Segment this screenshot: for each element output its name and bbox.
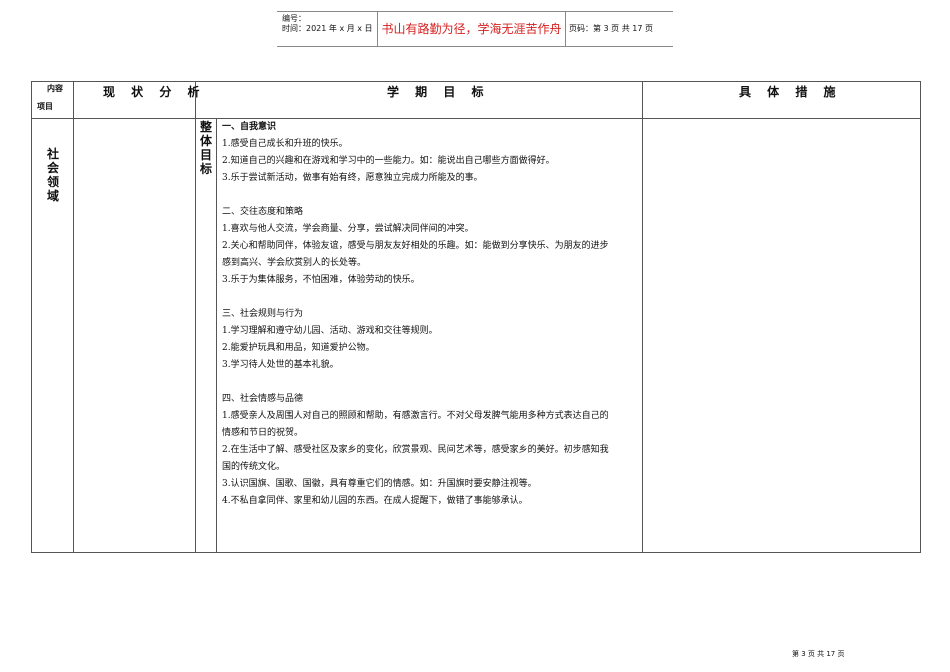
col-status-header: 现 状 分 析	[103, 85, 206, 99]
time-label: 时间：2021 年 x 月 x 日	[282, 24, 373, 33]
sub-label: 整体目标	[199, 120, 212, 176]
goal-line: 3.学习待人处世的基本礼貌。	[222, 360, 339, 370]
goal-line	[222, 187, 642, 204]
goal-line: 3.乐于尝试新活动，做事有始有终，愿意独立完成力所能及的事。	[222, 173, 483, 183]
goal-line	[222, 289, 642, 306]
goal-line: 三、社会规则与行为	[222, 309, 304, 319]
col-goals-header: 学 期 目 标	[387, 85, 490, 99]
goal-line: 二、交往态度和策略	[222, 207, 304, 217]
divider	[216, 119, 217, 552]
divider	[73, 82, 74, 552]
goal-line: 1.学习理解和遵守幼儿园、活动、游戏和交往等规则。	[222, 326, 438, 336]
col-measures-header: 具 体 措 施	[739, 85, 842, 99]
divider	[642, 82, 643, 552]
goal-line: 1.感受自己成长和升班的快乐。	[222, 139, 348, 149]
goal-line: 2.能爱护玩具和用品，知道爱护公物。	[222, 343, 375, 353]
goal-line: 3.乐于为集体服务，不怕困难，体验劳动的快乐。	[222, 275, 420, 285]
goals-content: 一、自我意识 1.感受自己成长和升班的快乐。 2.知道自己的兴趣和在游戏和学习中的一…	[222, 119, 642, 510]
corner-bottom: 项目	[37, 102, 53, 111]
divider	[195, 82, 196, 552]
page-info: 页码：第 3 页 共 17 页	[569, 24, 653, 33]
corner-top: 内容	[47, 84, 63, 93]
header-meta: 编号： 时间：2021 年 x 月 x 日	[277, 12, 377, 46]
goal-line: 国的传统文化。	[222, 462, 286, 472]
row-label: 社会领域	[46, 147, 59, 203]
goal-line: 2.知道自己的兴趣和在游戏和学习中的一些能力。如：能说出自己哪些方面做得好。	[222, 156, 555, 166]
goal-line: 4.不私自拿同伴、家里和幼儿园的东西。在成人提醒下，做错了事能够承认。	[222, 496, 528, 506]
page-header: 编号： 时间：2021 年 x 月 x 日 书山有路勤为径，学海无涯苦作舟 页码…	[277, 11, 673, 47]
document-page: 编号： 时间：2021 年 x 月 x 日 书山有路勤为径，学海无涯苦作舟 页码…	[0, 0, 950, 672]
motto: 书山有路勤为径，学海无涯苦作舟	[377, 12, 566, 46]
goal-line: 3.认识国旗、国歌、国徽，具有尊重它们的情感。如：升国旗时要安静注视等。	[222, 479, 537, 489]
goal-line: 2.在生活中了解、感受社区及家乡的变化，欣赏景观、民间艺术等，感受家乡的美好。初…	[222, 445, 609, 455]
goal-line: 1.感受亲人及周围人对自己的照顾和帮助，有感激言行。不对父母发脾气能用多种方式表…	[222, 411, 609, 421]
goal-line: 感到高兴、学会欣赏别人的长处等。	[222, 258, 367, 268]
goal-line: 情感和节日的祝贺。	[222, 428, 304, 438]
goal-line: 四、社会情感与品德	[222, 394, 304, 404]
goal-line: 一、自我意识	[222, 122, 277, 132]
goal-line: 1.喜欢与他人交流，学会商量、分享，尝试解决同伴间的冲突。	[222, 224, 474, 234]
page-footer: 第 3 页 共 17 页	[792, 650, 845, 658]
goal-line	[222, 374, 642, 391]
goal-line: 2.关心和帮助同伴，体验友谊，感受与朋友友好相处的乐趣。如：能做到分享快乐、为朋…	[222, 241, 609, 251]
number-label: 编号：	[282, 14, 306, 23]
plan-table: 内容 项目 现 状 分 析 学 期 目 标 具 体 措 施 社会领域 整体目标 …	[31, 81, 921, 553]
